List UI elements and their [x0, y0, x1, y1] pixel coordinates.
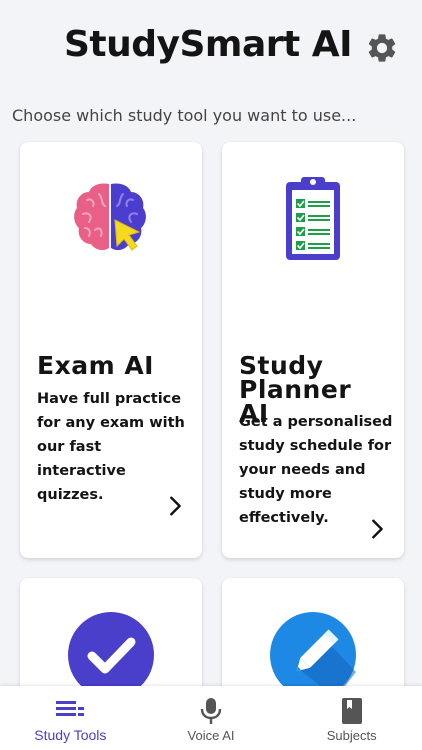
list-icon: [56, 701, 85, 716]
gear-icon: [368, 34, 396, 62]
card-description: Have full practice for any exam with our…: [37, 391, 185, 503]
tool-card-study-planner-ai[interactable]: Study Planner AI Get a personalised stud…: [222, 142, 404, 558]
nav-label: Voice AI: [187, 728, 235, 743]
chevron-right-icon[interactable]: [164, 495, 186, 517]
page-subtitle: Choose which study tool you want to use.…: [12, 106, 357, 125]
nav-label: Subjects: [326, 728, 377, 743]
brain-cursor-icon: [74, 183, 146, 251]
tool-card-exam-ai[interactable]: Exam AI Have full practice for any exam …: [20, 142, 202, 558]
book-icon: [341, 698, 362, 724]
nav-label: Study Tools: [34, 727, 107, 743]
settings-button[interactable]: [364, 30, 400, 66]
app-title: StudySmart AI: [64, 24, 353, 65]
nav-item-study-tools[interactable]: Study Tools: [0, 686, 141, 750]
bottom-navigation: Study Tools Voice AI Subjects: [0, 686, 422, 750]
app-header: StudySmart AI: [0, 18, 422, 78]
nav-item-subjects[interactable]: Subjects: [281, 686, 422, 750]
clipboard-checklist-icon: [286, 177, 340, 260]
nav-item-voice-ai[interactable]: Voice AI: [141, 686, 282, 750]
microphone-icon: [200, 698, 222, 724]
card-title: Exam AI: [37, 351, 154, 380]
card-description: Get a personalised study schedule for yo…: [239, 414, 393, 526]
chevron-right-icon[interactable]: [366, 518, 388, 540]
